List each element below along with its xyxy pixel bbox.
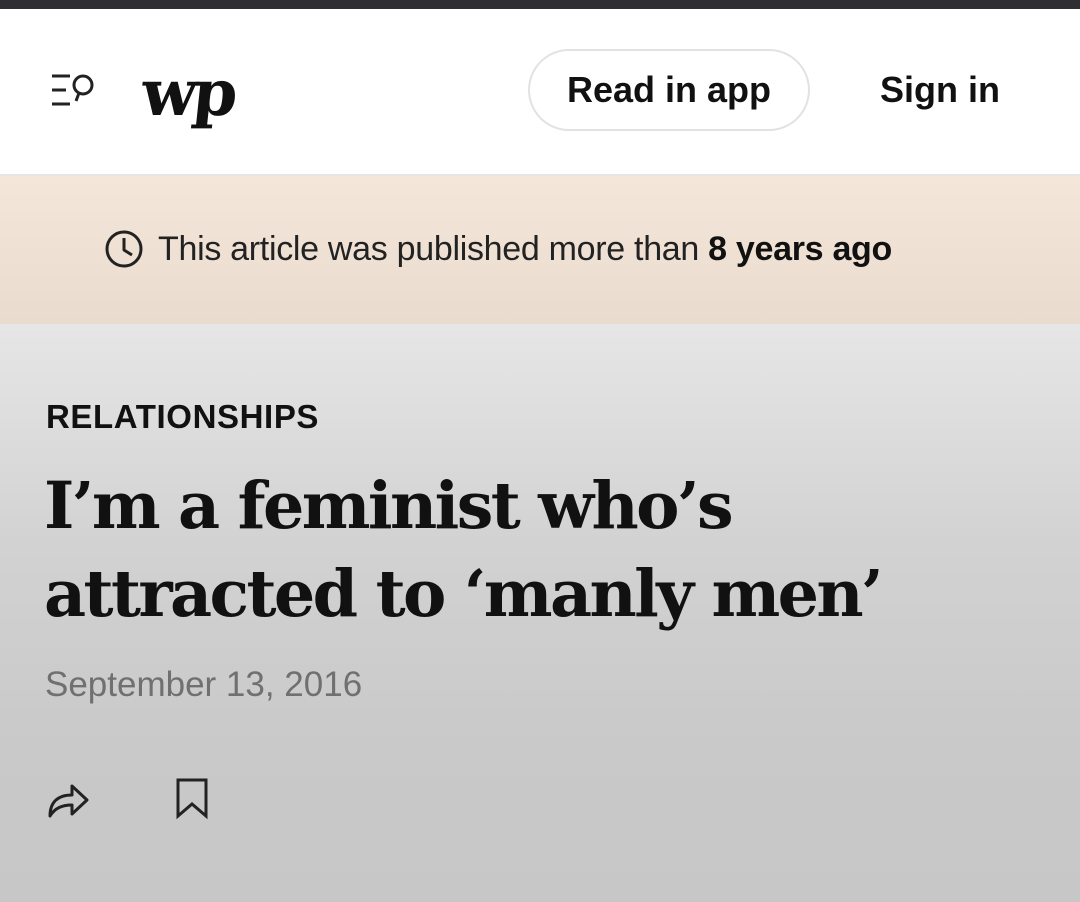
article-headline: I’m a feminist who’s attracted to ‘manly…	[44, 468, 884, 632]
menu-search-button[interactable]	[48, 71, 98, 111]
share-icon	[48, 784, 89, 818]
age-banner-text: This article was published more than 8 y…	[158, 230, 892, 269]
status-bar-strip	[0, 0, 1080, 9]
clock-icon	[105, 230, 143, 268]
read-in-app-button[interactable]: Read in app	[528, 49, 810, 131]
logo-wordmark: wp	[138, 56, 238, 131]
age-banner-emphasis: 8 years ago	[708, 229, 892, 268]
bookmark-icon	[176, 778, 208, 820]
article-age-banner: This article was published more than 8 y…	[0, 176, 1080, 324]
age-banner-prefix: This article was published more than	[158, 229, 709, 268]
publish-date: September 13, 2016	[45, 665, 363, 704]
bookmark-button[interactable]	[170, 774, 214, 822]
site-header: wp Read in app Sign in	[0, 9, 1080, 176]
section-kicker[interactable]: RELATIONSHIPS	[46, 395, 319, 439]
sign-in-link[interactable]: Sign in	[860, 49, 1020, 131]
menu-search-icon	[52, 74, 94, 106]
washington-post-logo[interactable]: wp	[138, 53, 238, 135]
age-banner-content: This article was published more than 8 y…	[104, 226, 892, 272]
share-button[interactable]	[44, 774, 92, 822]
